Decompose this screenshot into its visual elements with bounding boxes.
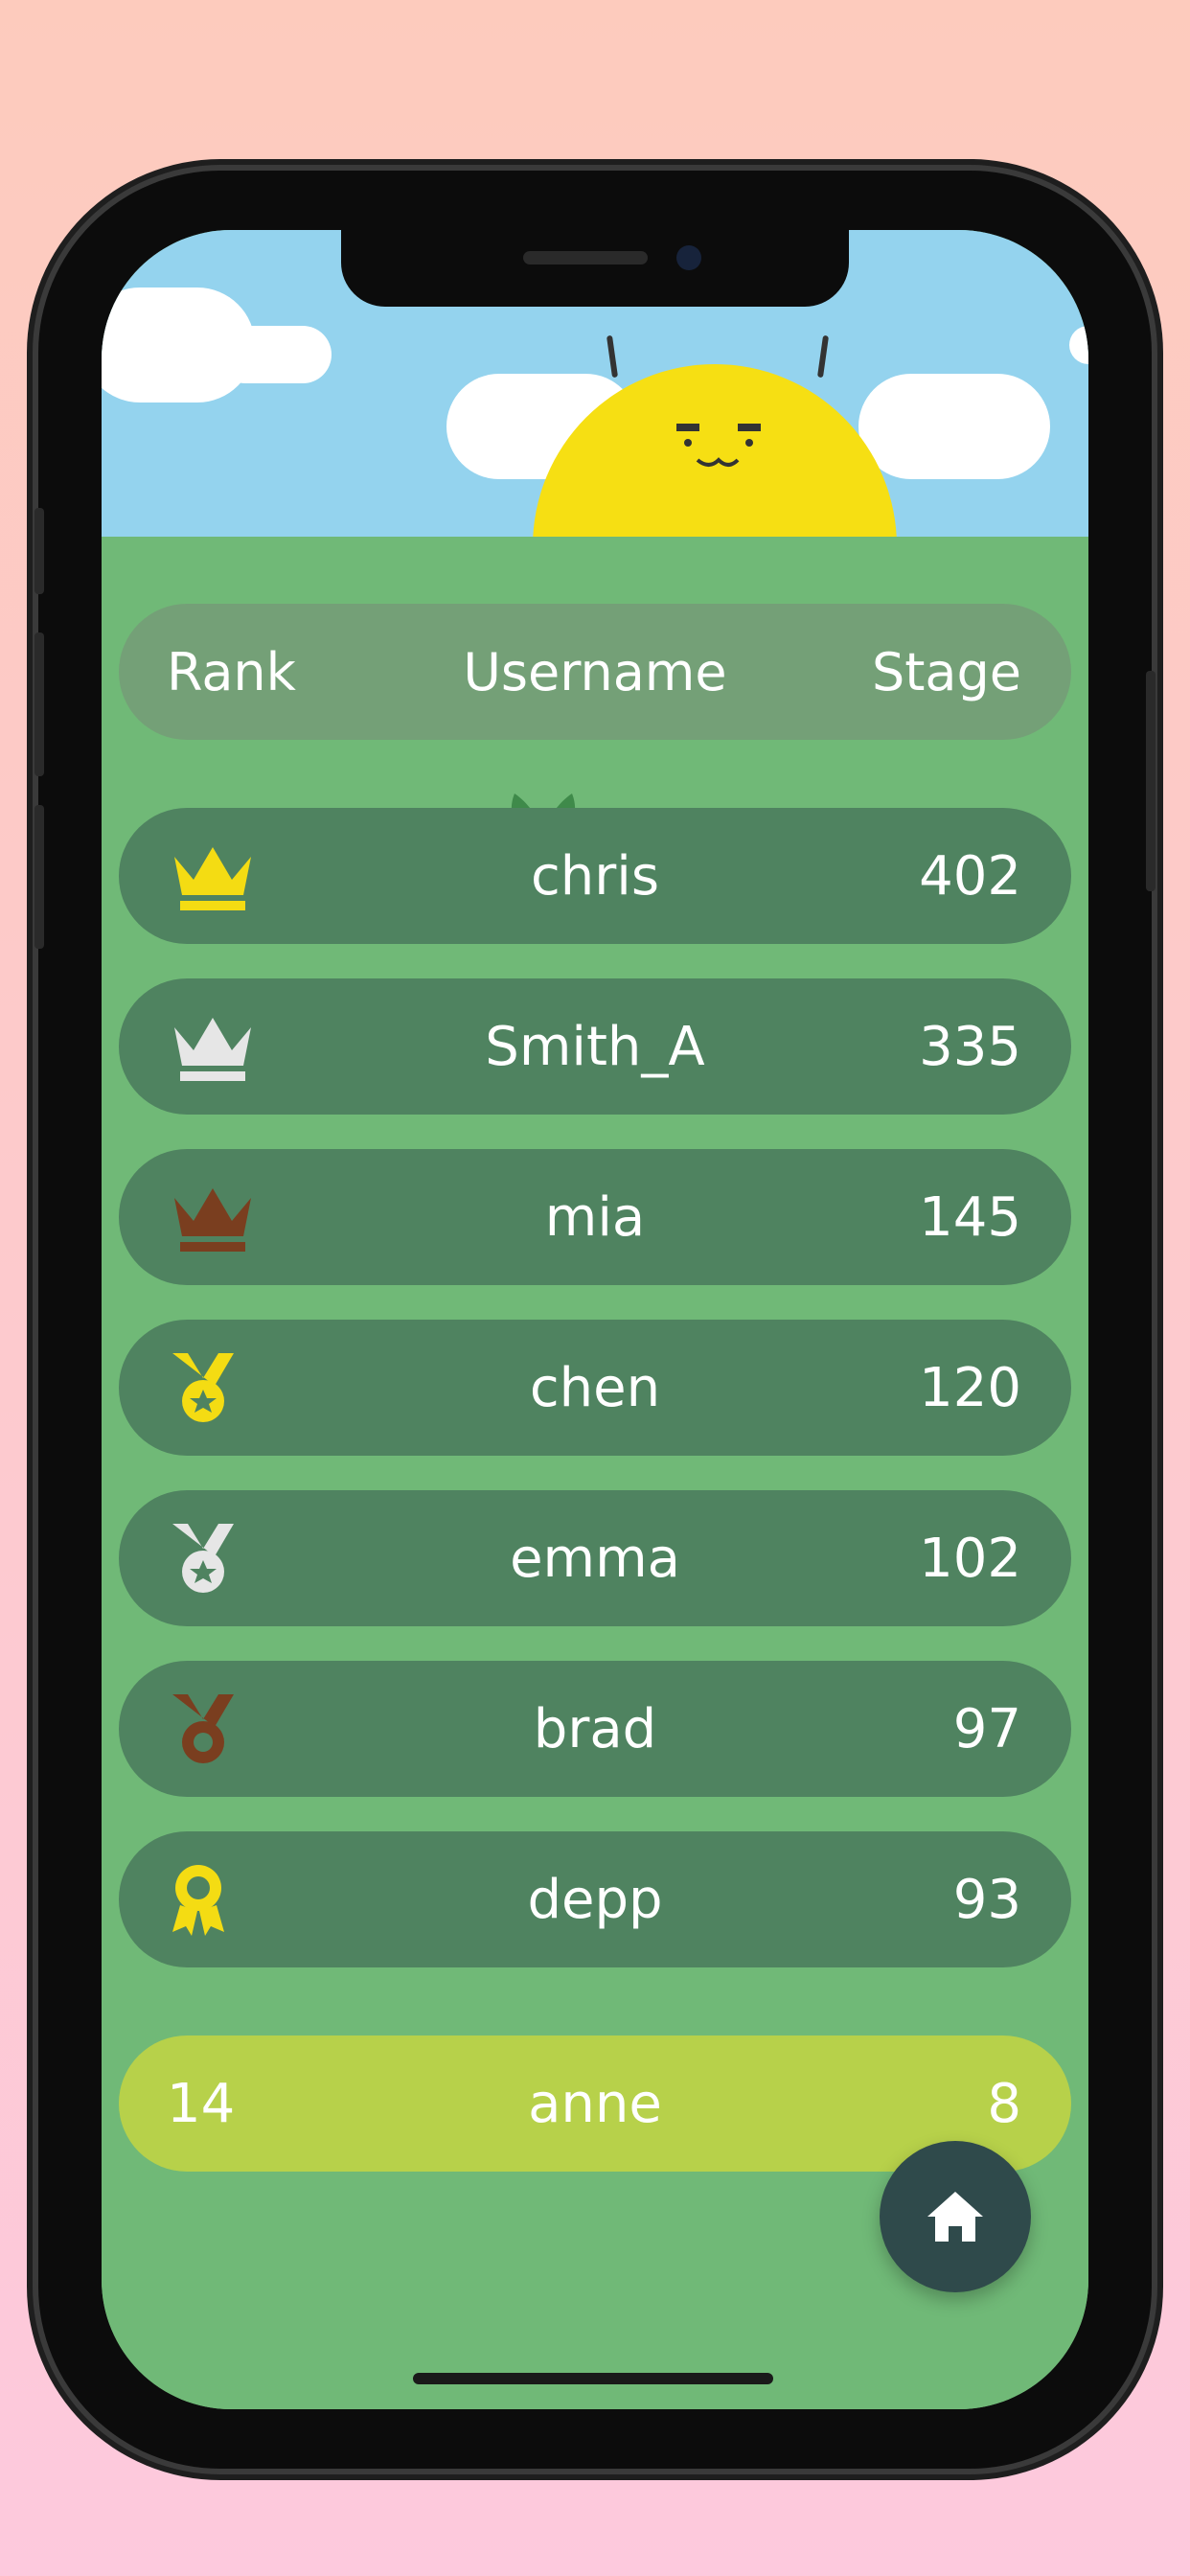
cloud bbox=[217, 326, 332, 383]
silver-crown-icon bbox=[174, 1018, 251, 1081]
leaderboard-list: chris 402 Smith_A 335 mia 145 chen 120 e… bbox=[119, 808, 1071, 2002]
rank-header: Rank bbox=[167, 641, 296, 702]
leaderboard-row: Smith_A 335 bbox=[119, 978, 1071, 1115]
username-cell: brad bbox=[533, 1697, 657, 1760]
rank-cell bbox=[119, 1349, 349, 1426]
speaker bbox=[523, 251, 648, 264]
current-user-rank: 14 bbox=[167, 2072, 236, 2135]
current-user-stage: 8 bbox=[987, 2072, 1021, 2135]
cloud bbox=[1069, 326, 1088, 364]
leaderboard-row: mia 145 bbox=[119, 1149, 1071, 1285]
bronze-crown-icon bbox=[174, 1188, 251, 1252]
gold-medal-icon bbox=[172, 1353, 234, 1422]
stage-cell: 335 bbox=[919, 1015, 1021, 1078]
stage-cell: 120 bbox=[919, 1356, 1021, 1419]
leaderboard-header: Rank Username Stage bbox=[119, 604, 1071, 740]
volume-up-button bbox=[34, 632, 44, 776]
username-cell: chris bbox=[530, 844, 660, 908]
silent-switch bbox=[34, 508, 44, 594]
rank-cell bbox=[119, 1181, 349, 1254]
stage-cell: 145 bbox=[919, 1185, 1021, 1249]
rank-cell bbox=[119, 1690, 349, 1767]
username-header: Username bbox=[463, 641, 727, 702]
notch bbox=[341, 230, 849, 307]
home-button[interactable] bbox=[880, 2141, 1031, 2292]
phone-frame: Rank Username Stage chris 402 Smith_A 33… bbox=[38, 171, 1152, 2469]
sun-face-icon bbox=[676, 424, 761, 467]
ribbon-award-icon bbox=[172, 1865, 224, 1936]
front-camera bbox=[676, 245, 701, 270]
username-cell: mia bbox=[544, 1185, 646, 1249]
stage-cell: 97 bbox=[952, 1697, 1021, 1760]
volume-down-button bbox=[34, 805, 44, 949]
bronze-medal-icon bbox=[172, 1694, 234, 1763]
username-cell: chen bbox=[529, 1356, 661, 1419]
leaderboard-row: chris 402 bbox=[119, 808, 1071, 944]
stage-cell: 402 bbox=[919, 844, 1021, 908]
gold-crown-icon bbox=[174, 847, 251, 910]
leaderboard-row: brad 97 bbox=[119, 1661, 1071, 1797]
rank-cell bbox=[119, 1861, 349, 1938]
stage-header: Stage bbox=[871, 641, 1021, 702]
leaderboard-row: depp 93 bbox=[119, 1831, 1071, 1967]
leaderboard-row: emma 102 bbox=[119, 1490, 1071, 1626]
power-button bbox=[1146, 671, 1156, 891]
rank-cell bbox=[119, 1520, 349, 1597]
username-cell: Smith_A bbox=[485, 1015, 705, 1078]
home-icon bbox=[927, 2192, 983, 2242]
app-screen: Rank Username Stage chris 402 Smith_A 33… bbox=[102, 230, 1088, 2409]
stage-cell: 93 bbox=[952, 1868, 1021, 1931]
current-user-username: anne bbox=[528, 2072, 662, 2135]
rank-cell bbox=[119, 840, 349, 912]
stage-cell: 102 bbox=[919, 1527, 1021, 1590]
rank-cell bbox=[119, 1010, 349, 1083]
username-cell: depp bbox=[527, 1868, 663, 1931]
username-cell: emma bbox=[510, 1527, 680, 1590]
leaderboard-row: chen 120 bbox=[119, 1320, 1071, 1456]
silver-medal-icon bbox=[172, 1524, 234, 1593]
home-indicator[interactable] bbox=[413, 2373, 773, 2384]
